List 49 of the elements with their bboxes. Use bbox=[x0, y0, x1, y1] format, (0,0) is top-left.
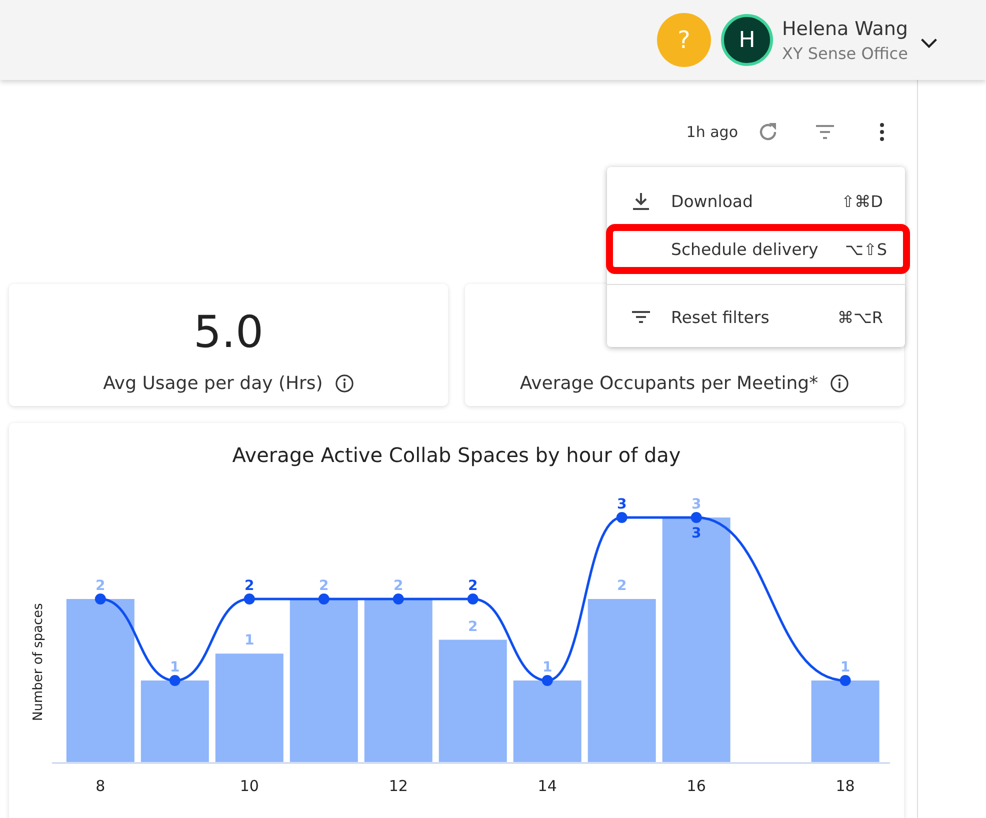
data-point bbox=[318, 594, 330, 604]
axis-tick-label: 18 bbox=[836, 777, 855, 795]
data-point bbox=[392, 594, 404, 604]
data-point bbox=[690, 512, 702, 523]
data-label: 2 bbox=[319, 578, 329, 594]
shortcut-hint: ⌘⌥R bbox=[837, 308, 883, 326]
last-updated: 1h ago bbox=[686, 123, 738, 141]
chevron-down-icon[interactable] bbox=[920, 37, 938, 49]
avatar[interactable]: H bbox=[721, 14, 773, 66]
axis-title: Number of spaces bbox=[31, 603, 46, 721]
metric-label: Average Occupants per Meeting* bbox=[520, 373, 818, 394]
data-label: 1 bbox=[542, 660, 552, 676]
axis-tick-label: 12 bbox=[388, 777, 408, 795]
organization-name: XY Sense Office bbox=[782, 44, 908, 62]
data-label: 3 bbox=[616, 496, 627, 512]
menu-item[interactable]: Download ⇧⌘D bbox=[607, 177, 905, 225]
shortcut-hint: ⌥⇧S bbox=[845, 240, 887, 258]
data-point bbox=[244, 594, 255, 604]
data-label: 2 bbox=[96, 578, 106, 594]
axis-tick-label: 8 bbox=[96, 777, 106, 795]
data-label: 2 bbox=[468, 618, 478, 635]
data-point bbox=[840, 675, 851, 686]
data-label: 1 bbox=[244, 632, 254, 649]
data-point bbox=[467, 594, 478, 604]
metric-value: 5.0 bbox=[194, 307, 264, 360]
data-label: 1 bbox=[170, 660, 180, 676]
axis-tick-label: 16 bbox=[686, 777, 706, 795]
data-point bbox=[616, 512, 628, 523]
user-name: Helena Wang bbox=[782, 18, 908, 40]
data-point bbox=[94, 594, 106, 604]
shortcut-hint: ⇧⌘D bbox=[841, 192, 883, 210]
data-point bbox=[542, 675, 553, 686]
menu-item[interactable]: Schedule delivery ⌥⇧S bbox=[607, 225, 909, 273]
axis-tick-label: 14 bbox=[538, 777, 557, 795]
data-label: 3 bbox=[691, 526, 702, 542]
data-point bbox=[169, 675, 180, 686]
info-icon[interactable] bbox=[334, 374, 354, 393]
data-label: 2 bbox=[394, 578, 404, 594]
info-icon[interactable] bbox=[830, 374, 850, 393]
data-label: 2 bbox=[616, 578, 627, 594]
data-label: 3 bbox=[691, 496, 702, 512]
menu-item[interactable]: Reset filters ⌘⌥R bbox=[607, 293, 905, 341]
axis-tick-label: 10 bbox=[240, 777, 259, 795]
metric-label: Avg Usage per day (Hrs) bbox=[103, 373, 323, 394]
data-label: 1 bbox=[840, 660, 850, 676]
chart-title: Average Active Collab Spaces by hour of day bbox=[231, 443, 682, 467]
data-label: 2 bbox=[468, 578, 478, 594]
download-icon bbox=[631, 191, 651, 211]
data-label: 2 bbox=[244, 578, 254, 594]
